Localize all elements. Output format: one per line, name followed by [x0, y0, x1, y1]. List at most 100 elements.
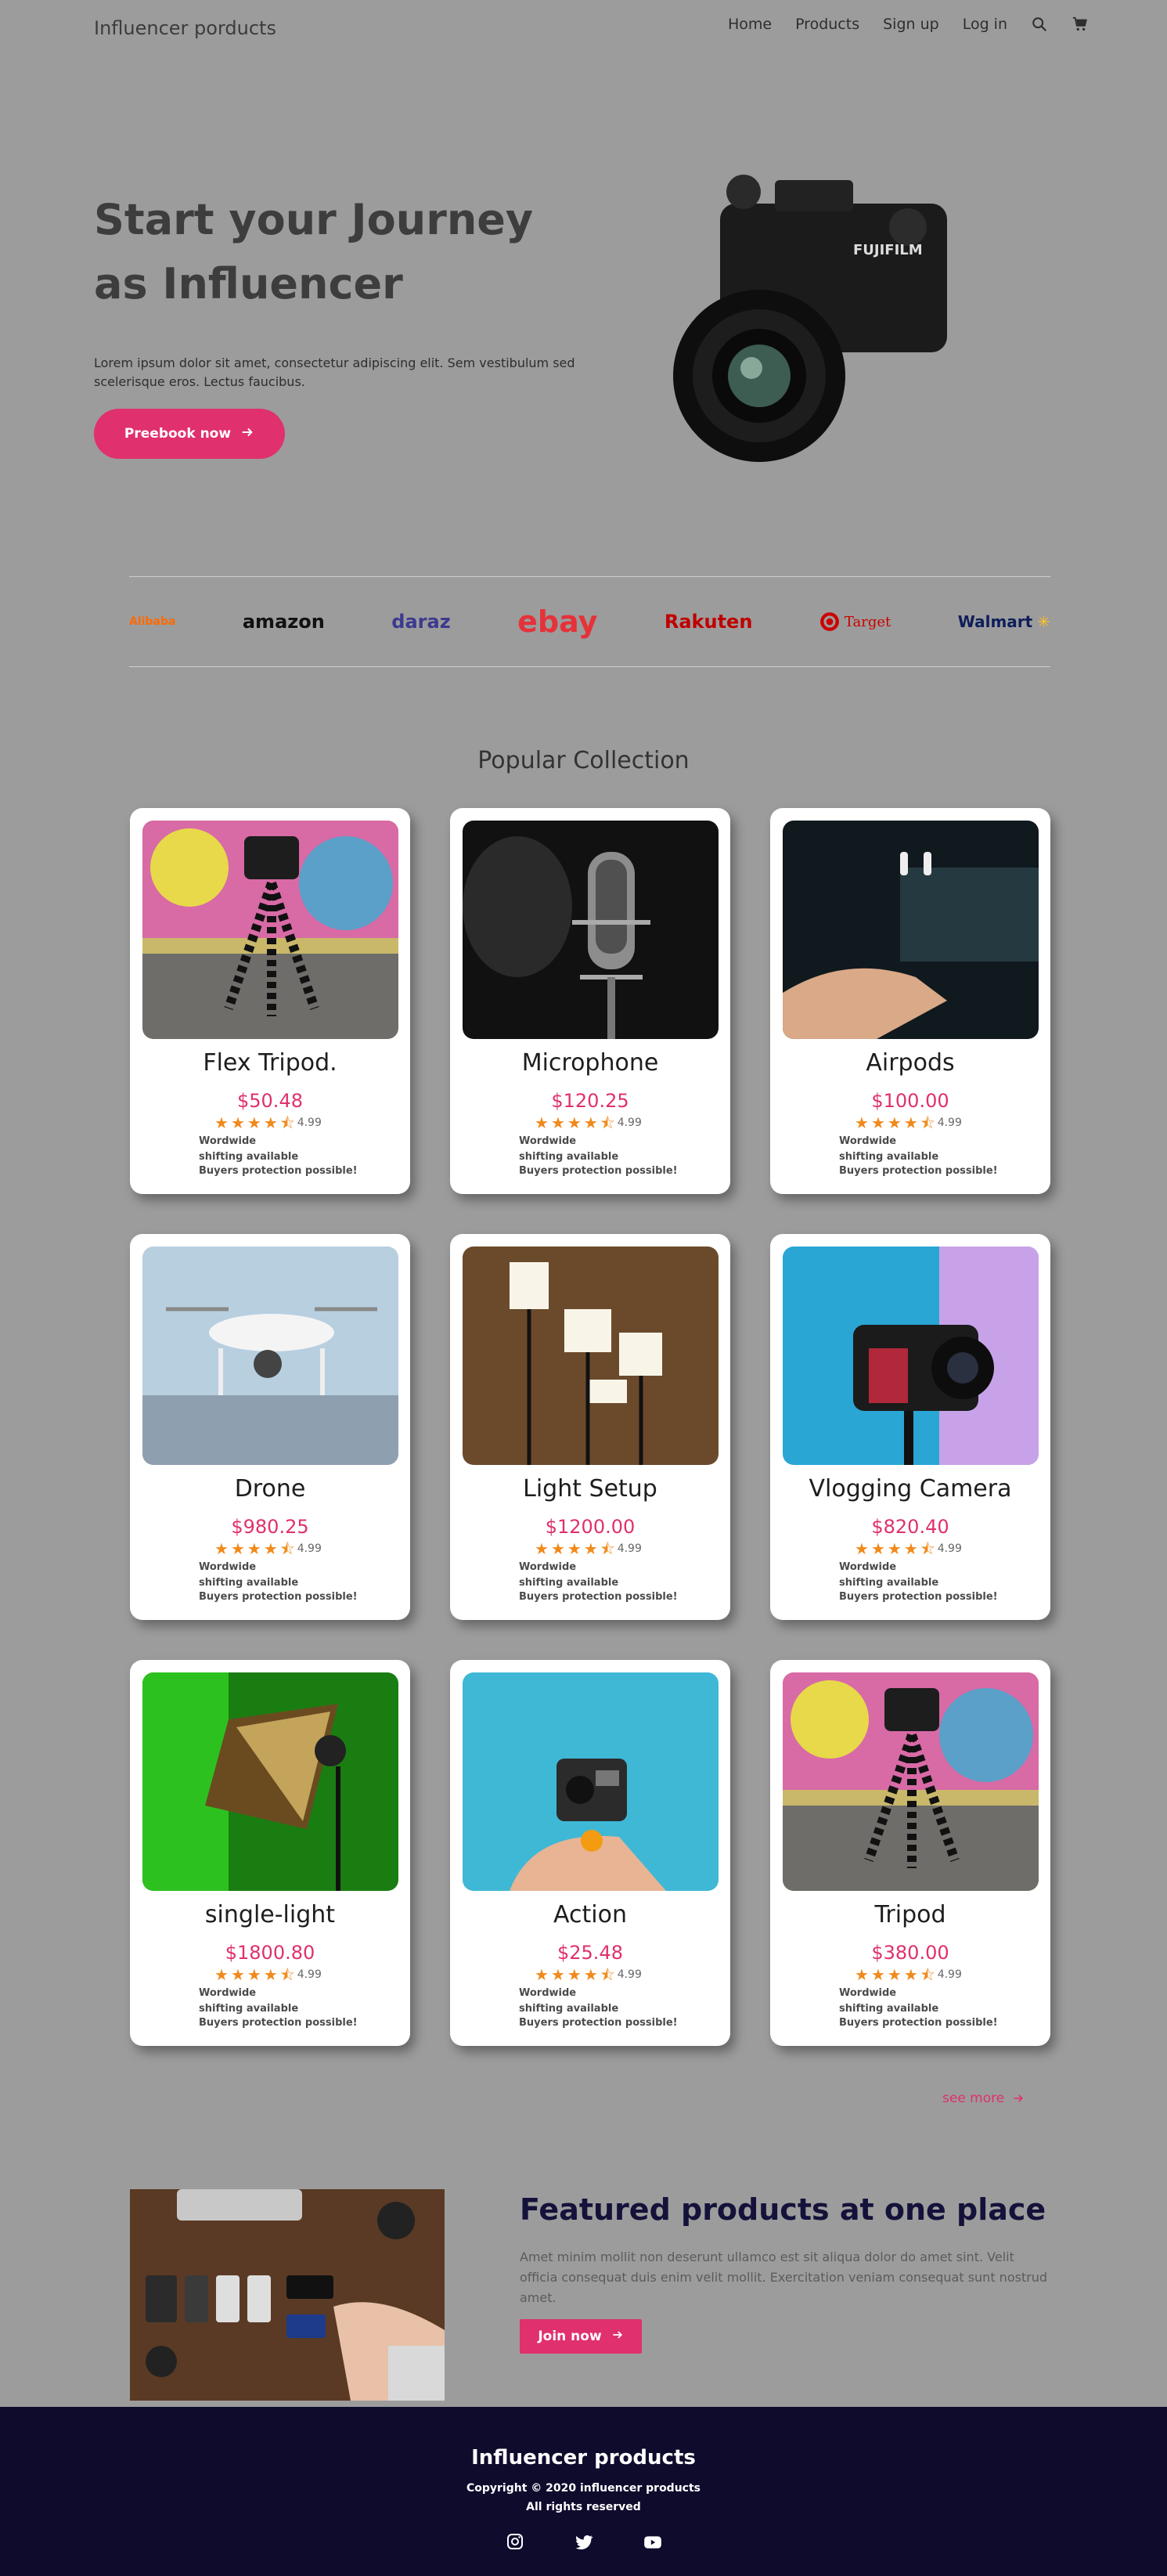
- youtube-icon[interactable]: [642, 2532, 664, 2554]
- product-rating: ★ ★ ★ ★ ⯪ 4.99: [214, 1541, 322, 1557]
- product-price: $100.00: [871, 1090, 949, 1112]
- half-star-icon: ⯪: [600, 1539, 615, 1558]
- protection-note: Buyers protection possible!: [839, 1591, 998, 1603]
- half-star-icon: ⯪: [920, 1113, 935, 1132]
- featured-products-image: [130, 2189, 445, 2401]
- shipping-note: Wordwide shifting available: [199, 1987, 299, 2015]
- product-card[interactable]: Light Setup $1200.00 ★ ★ ★ ★ ⯪ 4.99 Word…: [450, 1234, 730, 1620]
- star-icon: ★: [583, 1965, 598, 1984]
- star-icon: ★: [550, 1113, 565, 1132]
- star-icon: ★: [870, 1965, 885, 1984]
- star-icon: ★: [887, 1539, 902, 1558]
- star-icon: ★: [567, 1539, 582, 1558]
- star-icon: ★: [583, 1539, 598, 1558]
- product-rating: ★ ★ ★ ★ ⯪ 4.99: [855, 1541, 962, 1557]
- rating-value: 4.99: [617, 1117, 642, 1129]
- product-name: Vlogging Camera: [809, 1475, 1012, 1503]
- product-card[interactable]: Drone $980.25 ★ ★ ★ ★ ⯪ 4.99 Wordwide sh…: [130, 1234, 410, 1620]
- join-now-label: Join now: [538, 2329, 602, 2344]
- cart-icon[interactable]: [1072, 16, 1089, 33]
- rating-value: 4.99: [297, 1117, 322, 1129]
- target-logo: Target: [819, 612, 891, 632]
- featured-description: Amet minim mollit non deserunt ullamco e…: [520, 2249, 1048, 2305]
- instagram-icon[interactable]: [504, 2532, 526, 2554]
- product-card[interactable]: Flex Tripod. $50.48 ★ ★ ★ ★ ⯪ 4.99 Wordw…: [130, 808, 410, 1194]
- shipping-note: Wordwide shifting available: [519, 1987, 619, 2015]
- partner-brands-strip: Alibaba amazon daraz ebay Rakuten Target…: [129, 576, 1050, 667]
- star-icon: ★: [263, 1113, 278, 1132]
- star-icon: ★: [870, 1113, 885, 1132]
- product-card[interactable]: single-light $1800.80 ★ ★ ★ ★ ⯪ 4.99 Wor…: [130, 1660, 410, 2046]
- product-card[interactable]: Airpods $100.00 ★ ★ ★ ★ ⯪ 4.99 Wordwide …: [770, 808, 1050, 1194]
- half-star-icon: ⯪: [920, 1539, 935, 1558]
- prebook-button-label: Preebook now: [124, 426, 232, 442]
- product-rating: ★ ★ ★ ★ ⯪ 4.99: [855, 1115, 962, 1131]
- prebook-button[interactable]: Preebook now: [94, 409, 285, 459]
- product-rating: ★ ★ ★ ★ ⯪ 4.99: [535, 1967, 642, 1983]
- product-name: Action: [553, 1901, 627, 1928]
- shipping-note: Wordwide shifting available: [199, 1135, 299, 1163]
- join-now-button[interactable]: Join now: [520, 2319, 642, 2354]
- walmart-logo: Walmart ✳: [957, 612, 1050, 631]
- nav-products-link[interactable]: Products: [795, 16, 859, 33]
- target-icon: [819, 612, 839, 631]
- product-card[interactable]: Tripod $380.00 ★ ★ ★ ★ ⯪ 4.99 Wordwide s…: [770, 1660, 1050, 2046]
- see-more-link[interactable]: see more: [942, 2091, 1025, 2106]
- star-icon: ★: [550, 1539, 565, 1558]
- star-icon: ★: [550, 1965, 565, 1984]
- product-price: $1200.00: [545, 1516, 636, 1538]
- product-price: $120.25: [551, 1090, 629, 1112]
- product-image: [463, 1672, 719, 1891]
- hero-description: Lorem ipsum dolor sit amet, consectetur …: [94, 355, 575, 389]
- star-icon: ★: [214, 1965, 229, 1984]
- twitter-icon[interactable]: [573, 2532, 595, 2554]
- nav-signup-link[interactable]: Sign up: [883, 16, 939, 33]
- search-icon[interactable]: [1031, 16, 1048, 33]
- star-icon: ★: [230, 1113, 245, 1132]
- social-links: [0, 2532, 1167, 2554]
- product-card[interactable]: Microphone $120.25 ★ ★ ★ ★ ⯪ 4.99 Wordwi…: [450, 808, 730, 1194]
- site-footer: Influencer products Copyright © 2020 inf…: [0, 2407, 1167, 2576]
- product-image: [783, 1247, 1039, 1465]
- product-rating: ★ ★ ★ ★ ⯪ 4.99: [855, 1967, 962, 1983]
- nav-home-link[interactable]: Home: [728, 16, 772, 33]
- star-icon: ★: [535, 1965, 549, 1984]
- star-icon: ★: [903, 1539, 918, 1558]
- protection-note: Buyers protection possible!: [199, 1165, 358, 1177]
- product-price: $380.00: [871, 1942, 949, 1964]
- site-brand[interactable]: Influencer porducts: [94, 17, 276, 39]
- featured-title: Featured products at one place: [520, 2192, 1046, 2227]
- footer-copyright: Copyright © 2020 influencer products: [466, 2482, 701, 2495]
- top-navbar: Influencer porducts Home Products Sign u…: [0, 0, 1167, 56]
- star-icon: ★: [535, 1113, 549, 1132]
- protection-note: Buyers protection possible!: [519, 2017, 678, 2029]
- shipping-note: Wordwide shifting available: [839, 1987, 939, 2015]
- star-icon: ★: [247, 1965, 261, 1984]
- product-image: [142, 821, 398, 1039]
- product-name: Flex Tripod.: [203, 1049, 337, 1077]
- product-rating: ★ ★ ★ ★ ⯪ 4.99: [535, 1115, 642, 1131]
- product-price: $980.25: [231, 1516, 309, 1538]
- rating-value: 4.99: [937, 1968, 962, 1981]
- product-card[interactable]: Vlogging Camera $820.40 ★ ★ ★ ★ ⯪ 4.99 W…: [770, 1234, 1050, 1620]
- nav-login-link[interactable]: Log in: [963, 16, 1007, 33]
- protection-note: Buyers protection possible!: [519, 1591, 678, 1603]
- footer-brand: Influencer products: [471, 2446, 696, 2470]
- product-card[interactable]: Action $25.48 ★ ★ ★ ★ ⯪ 4.99 Wordwide sh…: [450, 1660, 730, 2046]
- product-name: single-light: [204, 1901, 336, 1928]
- spark-icon: ✳: [1037, 612, 1050, 631]
- rating-value: 4.99: [617, 1542, 642, 1555]
- product-rating: ★ ★ ★ ★ ⯪ 4.99: [535, 1541, 642, 1557]
- product-name: Drone: [234, 1475, 306, 1503]
- product-image: [142, 1247, 398, 1465]
- footer-rights: All rights reserved: [526, 2501, 641, 2513]
- shipping-note: Wordwide shifting available: [519, 1135, 619, 1163]
- star-icon: ★: [230, 1539, 245, 1558]
- amazon-logo: amazon: [242, 611, 325, 633]
- rating-value: 4.99: [297, 1542, 322, 1555]
- star-icon: ★: [855, 1113, 869, 1132]
- star-icon: ★: [870, 1539, 885, 1558]
- half-star-icon: ⯪: [279, 1113, 295, 1132]
- svg-text:FUJIFILM: FUJIFILM: [853, 242, 923, 258]
- star-icon: ★: [247, 1113, 261, 1132]
